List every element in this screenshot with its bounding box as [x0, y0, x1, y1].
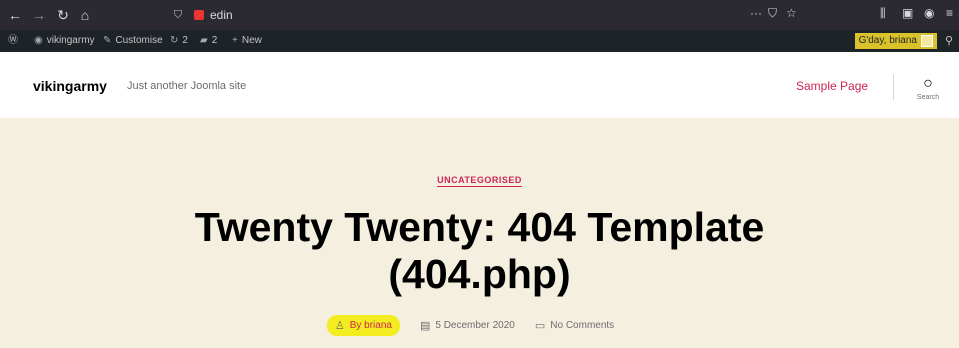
new-content-link[interactable]: + New [232, 34, 262, 48]
reload-icon[interactable]: ↻ [54, 6, 72, 24]
comments-link[interactable]: ▰ 2 [200, 34, 217, 48]
post-comments: ▭ No Comments [535, 319, 614, 332]
title-line-2: (404.php) [388, 251, 571, 297]
wp-admin-bar: Ⓦ ◉ vikingarmy ✎ Customise ↻ 2 ▰ 2 + New G'da… [0, 30, 959, 52]
author-link[interactable]: By briana [350, 320, 392, 331]
site-tagline: Just another Joomla site [127, 80, 247, 92]
customise-label: Customise [115, 35, 163, 46]
browser-toolbar: ← → ↻ ⌂ ⛉ edin ··· ⛉ ☆ ⫼ ▣ ◉ ≡ [0, 0, 959, 30]
back-arrow-icon[interactable]: ← [6, 6, 24, 24]
account-icon[interactable]: ◉ [924, 6, 934, 20]
admin-search-icon[interactable]: ⚲ [945, 34, 953, 47]
search-toggle-button[interactable]: ○ Search [908, 75, 948, 102]
post-date-text[interactable]: 5 December 2020 [435, 320, 515, 331]
library-icon[interactable]: ⫼ [880, 6, 886, 21]
pocket-icon[interactable]: ⛉ [768, 6, 777, 21]
post-date: ▤ 5 December 2020 [420, 319, 515, 332]
category-wrapper: UNCATEGORISED [0, 170, 959, 188]
sidebar-icon[interactable]: ▣ [902, 6, 913, 20]
post-author: ♙ By briana [326, 315, 400, 336]
palette-icon: ◉ [34, 35, 43, 46]
person-icon: ♙ [334, 320, 345, 332]
site-header: vikingarmy Just another Joomla site Samp… [0, 52, 959, 118]
search-label: Search [916, 94, 940, 101]
site-favicon-icon [194, 10, 204, 20]
url-text: edin [210, 8, 233, 22]
post-header: UNCATEGORISED Twenty Twenty: 404 Templat… [0, 118, 959, 348]
title-line-1: Twenty Twenty: 404 Template [194, 204, 765, 250]
header-divider [893, 74, 894, 100]
customise-link[interactable]: ✎ Customise [103, 34, 163, 48]
plus-icon: + [232, 35, 238, 46]
admin-bar-site-link[interactable]: ◉ vikingarmy [34, 34, 95, 48]
hamburger-menu-icon[interactable]: ≡ [946, 6, 953, 20]
account-greeting[interactable]: G'day, briana [854, 33, 937, 49]
brush-icon: ✎ [103, 35, 112, 46]
home-icon[interactable]: ⌂ [76, 6, 94, 24]
category-link[interactable]: UNCATEGORISED [437, 175, 522, 187]
greeting-text: G'day, briana [858, 35, 917, 46]
page-title: Twenty Twenty: 404 Template (404.php) [0, 204, 959, 298]
updates-link[interactable]: ↻ 2 [170, 34, 188, 48]
site-title[interactable]: vikingarmy [33, 78, 107, 94]
search-icon: ○ [923, 75, 933, 92]
comments-link[interactable]: No Comments [550, 320, 614, 331]
calendar-icon: ▤ [419, 320, 431, 332]
updates-icon: ↻ [170, 35, 179, 46]
post-meta: ♙ By briana ▤ 5 December 2020 ▭ No Comme… [0, 315, 959, 336]
comment-bubble-icon: ▰ [200, 35, 208, 46]
new-label: New [241, 35, 262, 46]
avatar [921, 35, 933, 47]
menu-item-sample-page[interactable]: Sample Page [796, 79, 868, 93]
admin-bar-site-name: vikingarmy [46, 35, 95, 46]
forward-arrow-icon[interactable]: → [30, 6, 48, 24]
shield-icon[interactable]: ⛉ [170, 9, 186, 22]
comments-count: 2 [211, 35, 218, 46]
comment-icon: ▭ [534, 320, 546, 332]
address-bar[interactable]: ⛉ edin [170, 5, 730, 25]
updates-count: 2 [182, 35, 188, 46]
star-icon[interactable]: ☆ [786, 6, 797, 20]
more-icon[interactable]: ··· [750, 6, 762, 20]
wordpress-logo-icon[interactable]: Ⓦ [8, 34, 18, 48]
